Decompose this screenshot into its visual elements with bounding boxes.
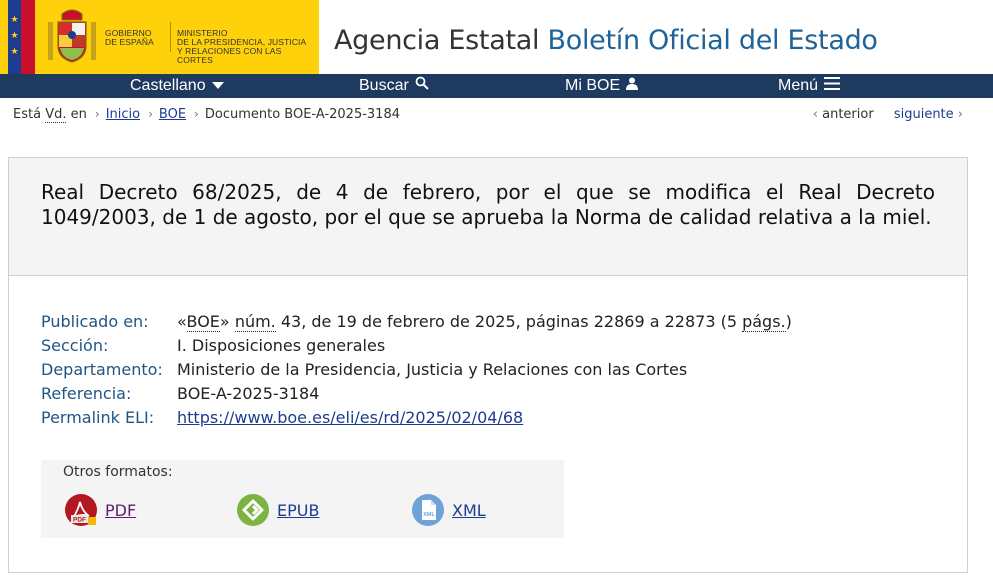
breadcrumb-boe-link[interactable]: BOE	[159, 107, 186, 122]
chevron-right-icon: ›	[194, 107, 199, 121]
hamburger-icon	[824, 74, 841, 98]
xml-label: XML	[452, 500, 486, 520]
search-button[interactable]: Buscar	[359, 74, 429, 98]
agency-prefix: Agencia Estatal	[334, 25, 540, 56]
section-row: Sección: I. Disposiciones generales	[41, 334, 792, 358]
eu-flag-strip: ★ ★ ★	[8, 0, 21, 74]
published-label: Publicado en:	[41, 312, 149, 331]
my-boe-button[interactable]: Mi BOE	[565, 74, 639, 98]
agency-title-link[interactable]: Agencia Estatal Boletín Oficial del Esta…	[334, 24, 878, 58]
chevron-right-icon: ›	[957, 107, 963, 122]
chevron-left-icon: ‹	[812, 107, 818, 122]
published-row: Publicado en: «BOE» núm. 43, de 19 de fe…	[41, 310, 792, 334]
menu-button[interactable]: Menú	[778, 74, 841, 98]
chevron-right-icon: ›	[94, 107, 100, 121]
pdf-download-link[interactable]: PDF PDF	[65, 494, 136, 526]
breadcrumb-prefix: Está	[13, 107, 42, 122]
published-details: 43, de 19 de febrero de 2025, páginas 22…	[280, 312, 737, 331]
user-icon	[626, 74, 639, 98]
breadcrumb: Está Vd. en › Inicio › BOE › Documento BOE-A-2…	[13, 106, 400, 123]
xml-download-link[interactable]: XML XML	[412, 494, 486, 526]
reference-row: Referencia: BOE-A-2025-3184	[41, 382, 792, 406]
eli-row: Permalink ELI: https://www.boe.es/eli/es…	[41, 406, 792, 430]
government-label: Gobierno de España	[105, 29, 154, 47]
search-label: Buscar	[359, 77, 409, 95]
pdf-icon: PDF	[65, 494, 97, 526]
ministry-line-3: y Relaciones con las Cortes	[177, 46, 282, 65]
document-pager: ‹ anterior siguiente ›	[813, 106, 963, 123]
agency-name: Boletín Oficial del Estado	[547, 25, 878, 56]
gov-line-2: de España	[105, 37, 154, 47]
other-formats-label: Otros formatos:	[63, 464, 173, 480]
svg-text:★: ★	[10, 15, 18, 25]
chevron-right-icon: ›	[148, 107, 153, 121]
breadcrumb-home-link[interactable]: Inicio	[106, 107, 140, 122]
language-selector[interactable]: Castellano	[130, 74, 224, 98]
xml-icon: XML	[412, 494, 444, 526]
ministry-label: Ministerio de la Presidencia, Justicia y…	[177, 29, 319, 65]
department-label: Departamento:	[41, 360, 163, 379]
number-abbr: núm.	[234, 312, 276, 332]
site-header: ★ ★ ★ Gobierno de España Ministerio de l…	[0, 0, 993, 74]
epub-label: EPUB	[277, 500, 320, 520]
section-value: I. Disposiciones generales	[177, 336, 386, 355]
language-label: Castellano	[130, 77, 206, 95]
breadcrumb-abbr: Vd.	[45, 107, 67, 123]
reference-value: BOE-A-2025-3184	[177, 384, 320, 403]
caret-down-icon	[211, 74, 224, 98]
epub-download-link[interactable]: EPUB	[237, 494, 319, 526]
breadcrumb-prefix-end: en	[70, 107, 87, 122]
spain-flag-strip	[21, 0, 35, 74]
svg-text:★: ★	[10, 47, 18, 57]
document-metadata: Publicado en: «BOE» núm. 43, de 19 de fe…	[41, 310, 792, 430]
main-navbar: Castellano Buscar Mi BOE Menú	[0, 74, 993, 98]
epub-icon	[237, 494, 269, 526]
document-title-band: Real Decreto 68/2025, de 4 de febrero, p…	[9, 158, 967, 276]
svg-text:PDF: PDF	[73, 517, 86, 524]
eli-label: Permalink ELI:	[41, 408, 155, 427]
published-open-quote: «	[177, 312, 187, 331]
eu-stars-icon: ★ ★ ★	[10, 15, 18, 57]
eli-permalink[interactable]: https://www.boe.es/eli/es/rd/2025/02/04/…	[177, 406, 523, 430]
other-formats-box: Otros formatos: PDF PDF EPUB XML XML	[41, 460, 564, 538]
department-value: Ministerio de la Presidencia, Justicia y…	[177, 360, 688, 379]
my-boe-label: Mi BOE	[565, 77, 621, 95]
pdf-label: PDF	[105, 500, 137, 520]
boe-abbr: BOE	[186, 312, 220, 332]
section-label: Sección:	[41, 336, 109, 355]
published-value: «BOE» núm. 43, de 19 de febrero de 2025,…	[177, 310, 792, 334]
department-row: Departamento: Ministerio de la Presidenc…	[41, 358, 792, 382]
search-icon	[415, 74, 429, 98]
document-title: Real Decreto 68/2025, de 4 de febrero, p…	[41, 180, 935, 229]
svg-text:XML: XML	[423, 512, 435, 518]
pages-abbr: págs.	[742, 312, 786, 332]
document-panel: Real Decreto 68/2025, de 4 de febrero, p…	[8, 157, 968, 573]
published-end: )	[785, 312, 792, 331]
published-close-quote: »	[219, 312, 230, 331]
next-document-button[interactable]: siguiente	[894, 107, 954, 122]
previous-document-button[interactable]: anterior	[822, 107, 874, 122]
reference-label: Referencia:	[41, 384, 132, 403]
government-logo-block[interactable]: ★ ★ ★ Gobierno de España Ministerio de l…	[0, 0, 319, 74]
menu-label: Menú	[778, 77, 819, 95]
logo-divider	[170, 22, 171, 52]
svg-text:★: ★	[10, 31, 18, 41]
breadcrumb-current: Documento BOE-A-2025-3184	[204, 107, 400, 122]
coat-of-arms-icon	[48, 9, 96, 63]
